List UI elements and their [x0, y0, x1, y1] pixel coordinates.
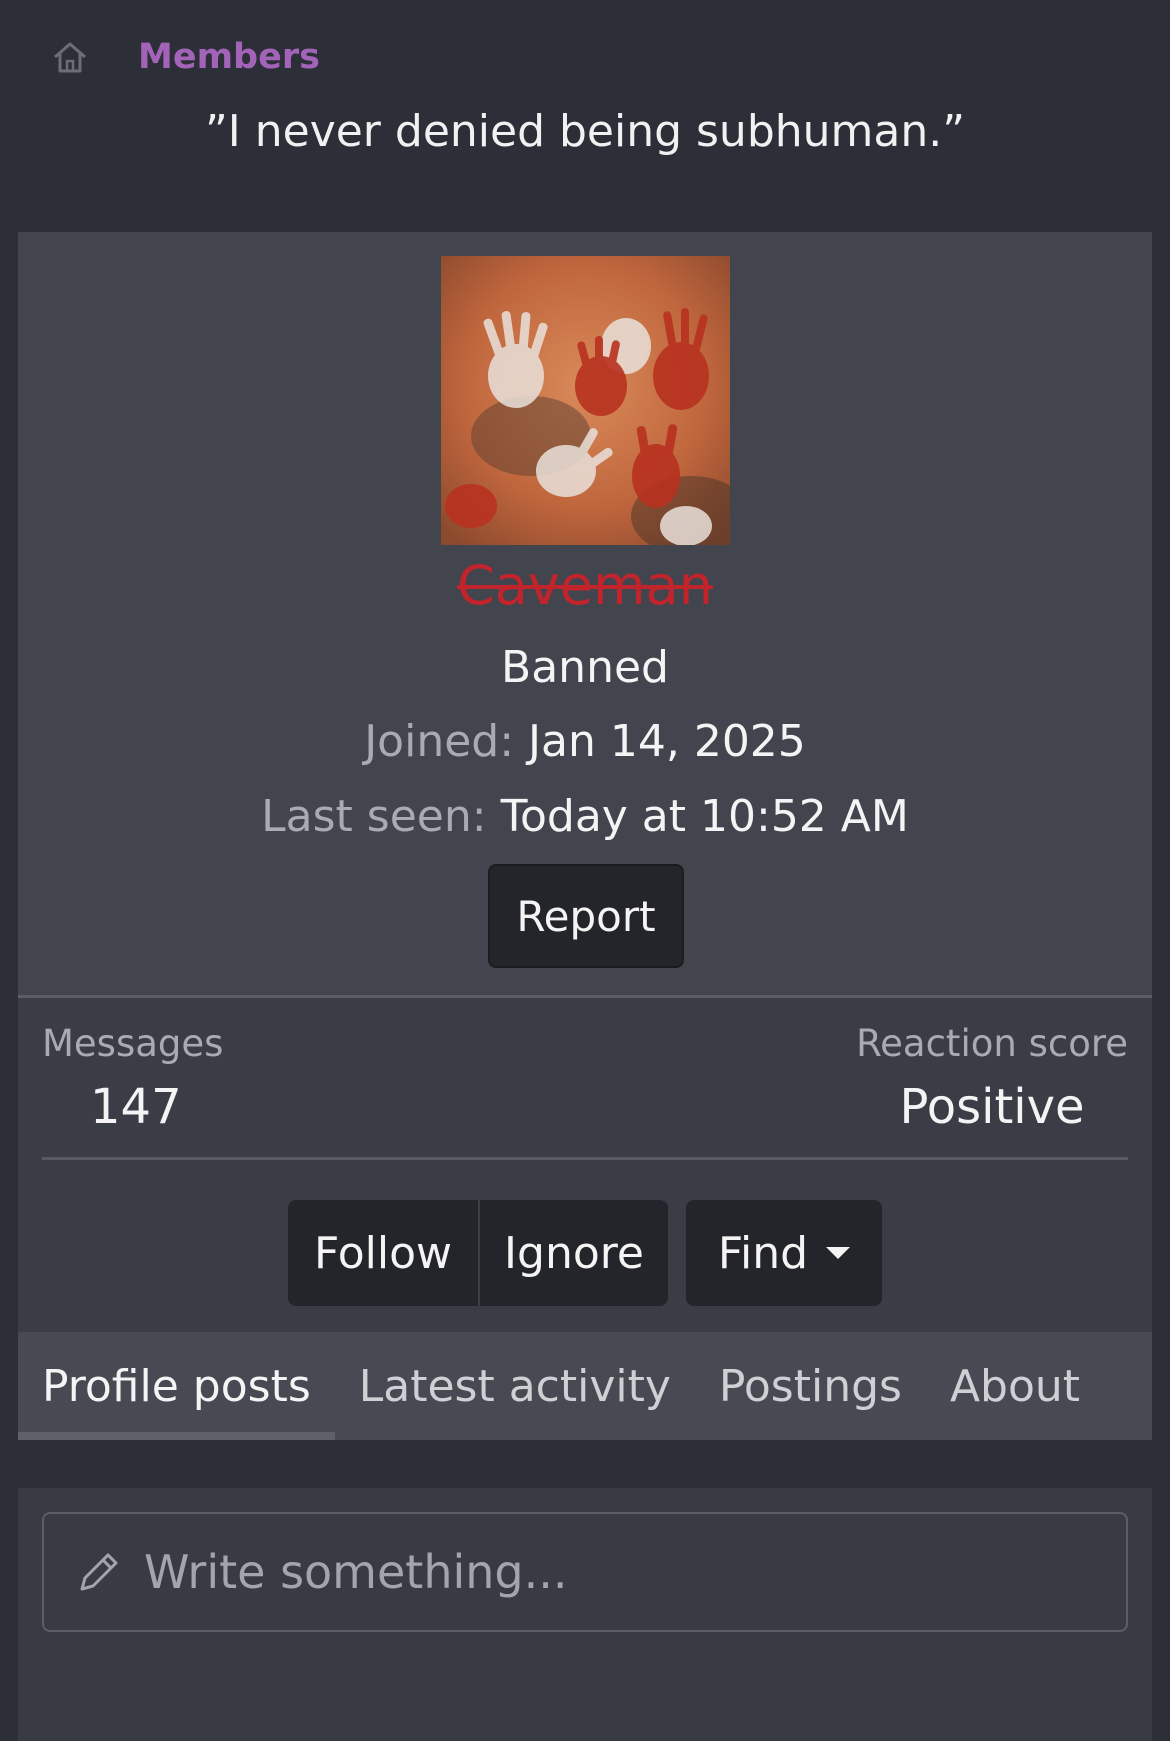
messages-label: Messages — [42, 1022, 224, 1065]
messages-value: 147 — [90, 1079, 182, 1135]
profile-quote: ”I never denied being subhuman.” — [204, 106, 966, 157]
messages-stat[interactable]: Messages 147 — [42, 1022, 223, 1135]
reaction-score-label: Reaction score — [856, 1022, 1128, 1065]
avatar[interactable] — [441, 256, 730, 545]
profile-tabs: Profile posts Latest activity Postings A… — [18, 1332, 1152, 1440]
reaction-score-value: Positive — [899, 1079, 1085, 1135]
joined-row: Joined: Jan 14, 2025 — [18, 716, 1152, 767]
reaction-score-stat: Reaction score Positive — [856, 1022, 1128, 1135]
last-seen-label: Last seen: — [261, 791, 487, 842]
profile-page: Members ”I never denied being subhuman.” — [0, 0, 1170, 1741]
username[interactable]: Caveman — [18, 554, 1152, 617]
stats-row: Messages 147 Reaction score Positive — [42, 1022, 1128, 1160]
report-button[interactable]: Report — [488, 864, 684, 968]
breadcrumb-members-link[interactable]: Members — [138, 37, 320, 77]
caret-down-icon — [826, 1247, 851, 1259]
home-icon[interactable] — [50, 37, 90, 77]
profile-posts-panel: Write something... — [18, 1488, 1152, 1741]
pencil-icon — [74, 1547, 124, 1597]
tab-latest-activity[interactable]: Latest activity — [335, 1332, 695, 1440]
ignore-button[interactable]: Ignore — [478, 1200, 668, 1306]
follow-button[interactable]: Follow — [288, 1200, 478, 1306]
find-dropdown-button[interactable]: Find — [686, 1200, 882, 1306]
tab-about[interactable]: About — [926, 1332, 1104, 1440]
profile-actions: Follow Ignore Find — [288, 1200, 882, 1306]
find-label: Find — [717, 1227, 809, 1279]
profile-card: Caveman Banned Joined: Jan 14, 2025 Last… — [18, 232, 1152, 1440]
breadcrumb: Members — [50, 32, 320, 82]
write-something-input[interactable]: Write something... — [42, 1512, 1128, 1632]
last-seen-row: Last seen: Today at 10:52 AM — [18, 791, 1152, 842]
write-placeholder: Write something... — [144, 1545, 568, 1599]
tab-postings[interactable]: Postings — [695, 1332, 926, 1440]
profile-header: Caveman Banned Joined: Jan 14, 2025 Last… — [18, 232, 1152, 998]
tab-profile-posts[interactable]: Profile posts — [18, 1332, 335, 1440]
joined-value: Jan 14, 2025 — [528, 716, 806, 767]
user-title-banned: Banned — [501, 642, 669, 693]
joined-label: Joined: — [364, 716, 515, 767]
last-seen-value: Today at 10:52 AM — [500, 791, 909, 842]
